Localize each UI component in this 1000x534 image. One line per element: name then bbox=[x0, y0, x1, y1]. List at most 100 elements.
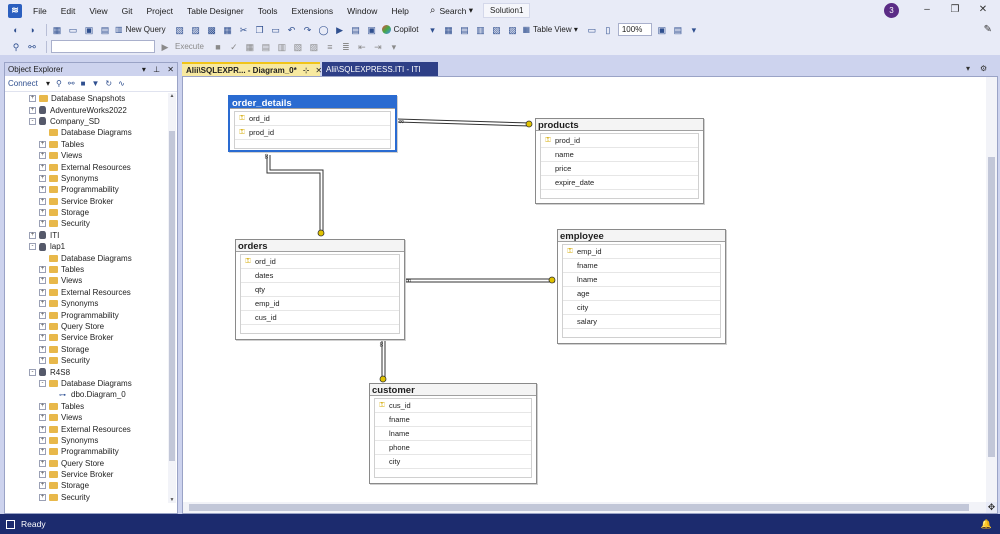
tree-item[interactable]: + Views bbox=[5, 275, 168, 286]
menu-file[interactable]: File bbox=[26, 6, 54, 16]
tree-item[interactable]: + Database Snapshots bbox=[5, 93, 168, 104]
menu-tools[interactable]: Tools bbox=[251, 6, 285, 16]
manage-indexes-icon[interactable]: ▧ bbox=[490, 24, 502, 36]
query-icon[interactable]: ▧ bbox=[174, 24, 186, 36]
annotation-icon[interactable]: ▭ bbox=[586, 24, 598, 36]
scroll-thumb[interactable] bbox=[169, 131, 175, 461]
tree-item[interactable]: + Programmability bbox=[5, 446, 168, 457]
tree-item[interactable]: + Tables bbox=[5, 401, 168, 412]
tree-item[interactable]: + Service Broker bbox=[5, 332, 168, 343]
expand-icon[interactable]: + bbox=[29, 106, 36, 114]
debug-icon[interactable]: ▶ bbox=[334, 24, 346, 36]
table-view-dropdown[interactable]: ▦ Table View ▾ bbox=[522, 25, 577, 34]
explorer-icon[interactable]: ▣ bbox=[366, 24, 378, 36]
execute-button[interactable]: Execute bbox=[175, 42, 204, 51]
menu-extensions[interactable]: Extensions bbox=[285, 6, 341, 16]
scroll-thumb[interactable] bbox=[189, 504, 969, 511]
expand-icon[interactable]: + bbox=[39, 425, 46, 433]
expand-icon[interactable]: + bbox=[39, 163, 46, 171]
collapse-icon[interactable]: - bbox=[29, 368, 36, 376]
new-column-row[interactable] bbox=[541, 190, 698, 198]
column-row[interactable]: city bbox=[563, 301, 720, 315]
expand-icon[interactable]: + bbox=[39, 197, 46, 205]
xmla-icon[interactable]: ▦ bbox=[222, 24, 234, 36]
column-row[interactable]: price bbox=[541, 162, 698, 176]
notifications-icon[interactable]: 🔔 bbox=[981, 519, 992, 530]
column-row[interactable]: salary bbox=[563, 315, 720, 329]
stop-icon[interactable]: ■ bbox=[81, 79, 86, 88]
column-row[interactable]: phone bbox=[375, 441, 531, 455]
query-options-icon[interactable]: ▤ bbox=[260, 41, 272, 53]
tree-item[interactable]: + External Resources bbox=[5, 423, 168, 434]
scroll-down-icon[interactable]: ▼ bbox=[168, 497, 176, 503]
collapse-icon[interactable]: - bbox=[29, 243, 36, 251]
parse-icon[interactable]: ✓ bbox=[228, 41, 240, 53]
paste-icon[interactable]: ▭ bbox=[270, 24, 282, 36]
undo-icon[interactable]: ↶ bbox=[286, 24, 298, 36]
refresh-icon[interactable]: ↻ bbox=[105, 79, 112, 88]
expand-icon[interactable]: + bbox=[39, 436, 46, 444]
mdx-icon[interactable]: ▩ bbox=[206, 24, 218, 36]
properties-icon[interactable]: ▤ bbox=[350, 24, 362, 36]
zoom-select[interactable]: 100% bbox=[617, 23, 652, 36]
comment-icon[interactable]: ≡ bbox=[324, 41, 336, 53]
expand-icon[interactable]: + bbox=[39, 311, 46, 319]
expand-icon[interactable]: + bbox=[39, 345, 46, 353]
column-row[interactable]: age bbox=[563, 287, 720, 301]
expand-icon[interactable]: + bbox=[39, 482, 46, 490]
uncomment-icon[interactable]: ≣ bbox=[340, 41, 352, 53]
stop-icon[interactable]: ◯ bbox=[318, 24, 330, 36]
diagram-canvas[interactable]: ∞ ∞ ∞ ∞ order_details ⚿ ord_id ⚿ prod_id bbox=[182, 76, 998, 514]
table-title[interactable]: orders bbox=[236, 240, 404, 252]
tree-scrollbar[interactable]: ▲ ▼ bbox=[168, 93, 176, 503]
tree-item[interactable]: + Programmability bbox=[5, 184, 168, 195]
expand-icon[interactable]: + bbox=[39, 459, 46, 467]
save-icon[interactable]: ▣ bbox=[83, 24, 95, 36]
expand-icon[interactable]: + bbox=[29, 231, 36, 239]
database-select[interactable] bbox=[51, 40, 155, 53]
table-products[interactable]: products ⚿ prod_id name price expire_date bbox=[535, 118, 704, 204]
tree-item[interactable]: + Tables bbox=[5, 139, 168, 150]
zoom-fit-icon[interactable]: ▣ bbox=[656, 24, 668, 36]
tree-item[interactable]: + Storage bbox=[5, 344, 168, 355]
panel-dropdown-icon[interactable]: ▾ bbox=[142, 65, 146, 74]
menu-view[interactable]: View bbox=[82, 6, 114, 16]
tree-item[interactable]: + Service Broker bbox=[5, 196, 168, 207]
settings-icon[interactable]: ⚙ bbox=[980, 64, 987, 73]
avatar[interactable]: 3 bbox=[884, 3, 899, 18]
add-table-icon[interactable]: ▦ bbox=[442, 24, 454, 36]
navigate-diagram-icon[interactable]: ✥ bbox=[986, 502, 997, 513]
solution-name[interactable]: Solution1 bbox=[483, 3, 531, 18]
connect-server-icon[interactable]: ⚲ bbox=[56, 79, 62, 88]
tree-item[interactable]: + Synonyms bbox=[5, 173, 168, 184]
menu-table-designer[interactable]: Table Designer bbox=[180, 6, 251, 16]
column-row[interactable]: ⚿ prod_id bbox=[541, 134, 698, 148]
tree-item[interactable]: ⊶ dbo.Diagram_0 bbox=[5, 389, 168, 400]
new-column-row[interactable] bbox=[241, 325, 399, 333]
relationship-icon[interactable]: ▥ bbox=[474, 24, 486, 36]
minimize-icon[interactable]: – bbox=[920, 3, 934, 17]
expand-icon[interactable]: + bbox=[39, 300, 46, 308]
tree-item[interactable]: + Views bbox=[5, 150, 168, 161]
menu-edit[interactable]: Edit bbox=[54, 6, 83, 16]
column-row[interactable]: ⚿ prod_id bbox=[235, 126, 390, 140]
tree-item[interactable]: + Security bbox=[5, 355, 168, 366]
menu-window[interactable]: Window bbox=[340, 6, 384, 16]
scroll-thumb[interactable] bbox=[988, 157, 995, 457]
expand-icon[interactable]: + bbox=[39, 174, 46, 182]
pin-icon[interactable]: ⊥ bbox=[153, 65, 160, 74]
new-query-button[interactable]: ▥ New Query bbox=[115, 25, 166, 34]
column-row[interactable]: dates bbox=[241, 269, 399, 283]
tree-item[interactable]: + Storage bbox=[5, 207, 168, 218]
table-title[interactable]: order_details bbox=[230, 97, 395, 109]
save-all-icon[interactable]: ▤ bbox=[99, 24, 111, 36]
relationship-order-details-products[interactable]: ∞ bbox=[396, 117, 533, 128]
open-folder-icon[interactable]: ▭ bbox=[67, 24, 79, 36]
column-row[interactable]: ⚿ emp_id bbox=[563, 245, 720, 259]
filter-icon[interactable]: ▼ bbox=[91, 79, 99, 88]
results-grid-icon[interactable]: ▥ bbox=[276, 41, 288, 53]
expand-icon[interactable]: + bbox=[39, 493, 46, 501]
tree-item[interactable]: + Views bbox=[5, 412, 168, 423]
column-row[interactable]: cus_id bbox=[241, 311, 399, 325]
arrange-icon[interactable]: ▨ bbox=[506, 24, 518, 36]
